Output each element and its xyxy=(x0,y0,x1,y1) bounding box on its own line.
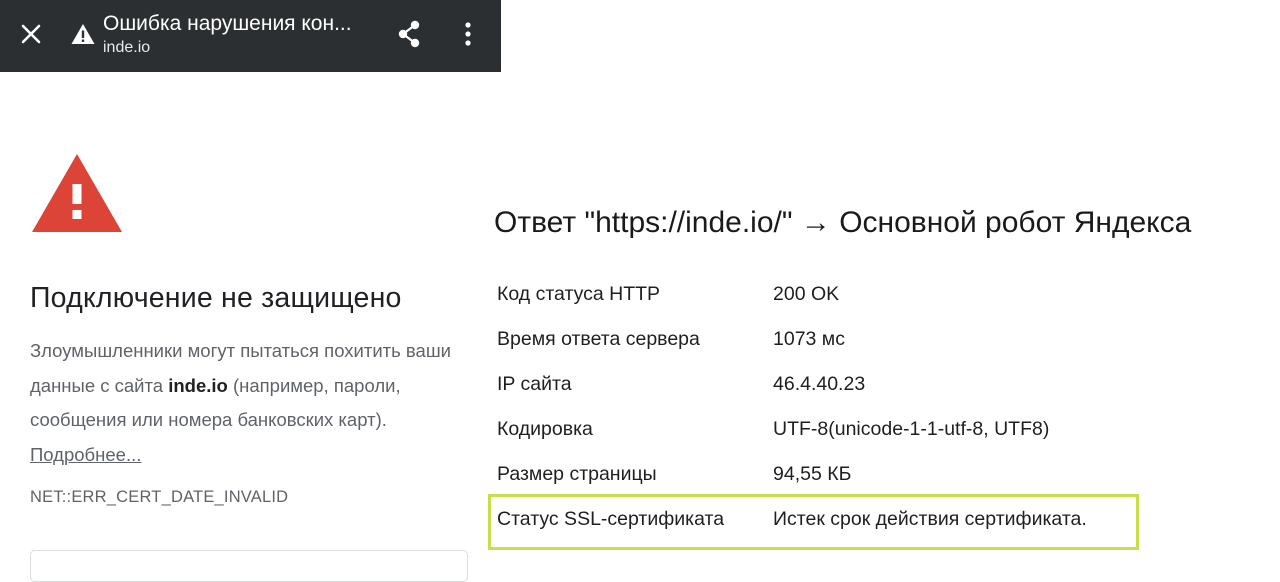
row-label: Время ответа сервера xyxy=(497,328,700,350)
row-value: 1073 мс xyxy=(773,328,845,350)
tab-title[interactable]: Ошибка нарушения кон... xyxy=(103,11,371,37)
row-value: 46.4.40.23 xyxy=(773,373,866,395)
more-menu-button[interactable] xyxy=(455,18,481,50)
row-label: Кодировка xyxy=(497,418,593,440)
more-vert-icon xyxy=(465,22,471,46)
share-button[interactable] xyxy=(393,18,425,50)
response-title: Ответ "https://inde.io/" → Основной робо… xyxy=(494,206,1192,239)
learn-more-link[interactable]: Подробнее... xyxy=(30,444,141,465)
browser-toolbar: Ошибка нарушения кон... inde.io xyxy=(0,0,501,72)
row-value: 200 OK xyxy=(773,283,840,305)
close-button[interactable] xyxy=(14,17,48,51)
row-label: IP сайта xyxy=(497,373,572,395)
row-value: 94,55 КБ xyxy=(773,463,852,485)
page-title: Подключение не защищено xyxy=(30,282,402,314)
site-name: inde.io xyxy=(168,374,228,396)
row-label: Размер страницы xyxy=(497,463,657,485)
row-value: UTF-8(unicode-1-1-utf-8, UTF8) xyxy=(773,418,1050,440)
tab-url[interactable]: inde.io xyxy=(103,39,150,57)
close-icon xyxy=(21,24,41,44)
ssl-highlight-frame xyxy=(488,494,1139,550)
warning-icon xyxy=(32,154,122,232)
share-icon xyxy=(398,20,420,48)
row-label: Код статуса HTTP xyxy=(497,283,661,305)
error-code: NET::ERR_CERT_DATE_INVALID xyxy=(30,488,289,506)
details-button[interactable] xyxy=(30,550,468,582)
error-description: Злоумышленники могут пытаться похитить в… xyxy=(30,334,470,472)
warning-icon xyxy=(71,24,95,44)
